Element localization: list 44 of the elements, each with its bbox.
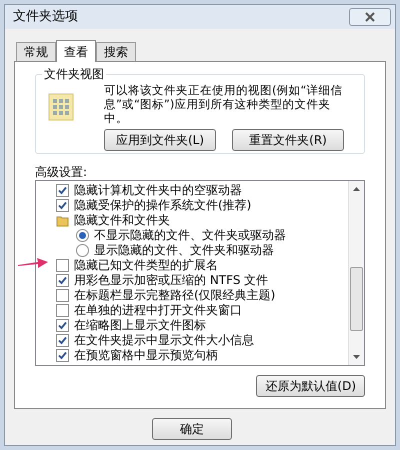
folder-button[interactable]: 应用到文件夹(L)	[104, 129, 216, 151]
tab[interactable]: 常规	[16, 42, 56, 61]
description-text: 可以将该文件夹正在使用的视图(例如“详细信息”或“图标”)应用到所有这种类型的文件夹中。	[104, 83, 344, 125]
window-title: 文件夹选项	[13, 8, 78, 26]
close-icon	[365, 12, 375, 22]
option-label: 显示隐藏的文件、文件夹和驱动器	[94, 243, 274, 258]
folder-icon	[56, 214, 69, 226]
checkbox[interactable]	[56, 259, 69, 272]
scroll-thumb[interactable]	[350, 267, 363, 331]
scroll-down-icon[interactable]	[353, 355, 360, 359]
option-label: 隐藏受保护的操作系统文件(推荐)	[74, 198, 252, 213]
checkbox[interactable]	[56, 184, 69, 197]
check-icon	[58, 276, 67, 285]
radio-button[interactable]	[76, 244, 89, 257]
folder-view-icon	[48, 93, 76, 123]
option-label: 在缩略图上显示文件图标	[74, 318, 206, 333]
restore-defaults-button[interactable]: 还原为默认值(D)	[256, 375, 365, 397]
checkbox[interactable]	[56, 274, 69, 287]
checkbox[interactable]	[56, 349, 69, 362]
option-label: 隐藏计算机文件夹中的空驱动器	[74, 183, 242, 198]
checkbox[interactable]	[56, 319, 69, 332]
scrollbar[interactable]	[348, 181, 364, 365]
tab[interactable]: 查看	[56, 40, 96, 62]
checkbox[interactable]	[56, 334, 69, 347]
checkbox[interactable]	[56, 289, 69, 302]
folder-button[interactable]: 重置文件夹(R)	[232, 129, 344, 151]
radio-button[interactable]	[76, 229, 89, 242]
option-label: 在文件夹提示中显示文件大小信息	[74, 333, 254, 348]
group-title: 文件夹视图	[42, 66, 106, 82]
option-label: 在预览窗格中显示预览句柄	[74, 348, 218, 363]
annotation-arrow-drawing	[18, 257, 48, 269]
section-label: 高级设置:	[35, 164, 88, 180]
ok-button[interactable]: 确定	[152, 418, 232, 440]
option-label: 隐藏已知文件类型的扩展名	[74, 258, 218, 273]
checkbox[interactable]	[56, 199, 69, 212]
close-button[interactable]	[349, 8, 391, 26]
tab[interactable]: 搜索	[96, 42, 136, 61]
option-label: 不显示隐藏的文件、文件夹或驱动器	[94, 228, 286, 243]
checkbox[interactable]	[56, 304, 69, 317]
option-label: 隐藏文件和文件夹	[74, 213, 170, 228]
option-label: 在标题栏显示完整路径(仅限经典主题)	[74, 288, 276, 303]
option-label: 在单独的进程中打开文件夹窗口	[74, 303, 242, 318]
scroll-up-icon[interactable]	[353, 187, 360, 191]
option-label: 用彩色显示加密或压缩的 NTFS 文件	[74, 273, 268, 288]
